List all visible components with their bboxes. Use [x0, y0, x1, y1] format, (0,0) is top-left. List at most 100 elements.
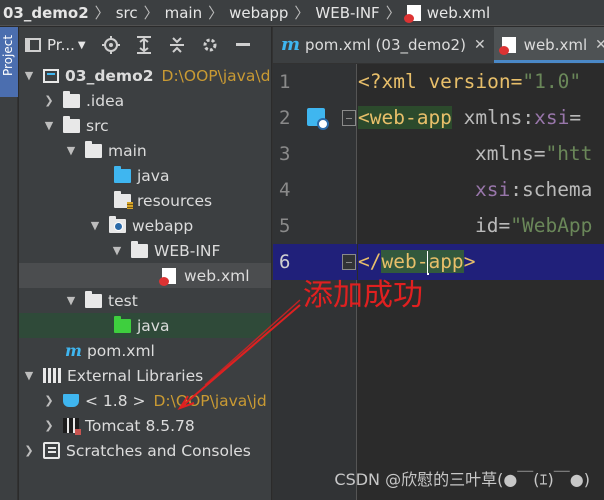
- tree-item-label: WEB-INF: [154, 241, 221, 260]
- tree-item-label: main: [108, 141, 147, 160]
- dropdown-arrow-icon: ▼: [77, 39, 86, 51]
- chevron-right-icon[interactable]: ❯: [43, 394, 55, 407]
- code-line-4: xsi:schema: [358, 172, 604, 208]
- maven-file-icon: m: [281, 34, 301, 55]
- chevron-down-icon[interactable]: ▼: [23, 69, 35, 82]
- folder-icon: [63, 115, 80, 133]
- breadcrumb-separator: 〉: [94, 4, 110, 22]
- fold-marker-icon[interactable]: [342, 254, 356, 270]
- breadcrumb-item-web-xml[interactable]: web.xml: [427, 4, 490, 22]
- tree-item-label: Tomcat 8.5.78: [85, 416, 195, 435]
- tree-item-webapp[interactable]: ▼ webapp: [19, 213, 271, 238]
- project-view-icon: [25, 38, 41, 52]
- breadcrumb-item-webapp[interactable]: webapp: [229, 4, 288, 22]
- code-line-3: xmlns="htt: [358, 136, 604, 172]
- resources-folder-icon: [114, 190, 133, 209]
- tab-pom-xml[interactable]: m pom.xml (03_demo2) ✕: [273, 27, 494, 63]
- web-descriptor-gutter-icon[interactable]: [307, 108, 329, 130]
- tree-item-scratches[interactable]: ❯ Scratches and Consoles: [19, 438, 271, 463]
- attribute-value: "WebApp: [510, 214, 593, 237]
- folder-icon: [85, 140, 102, 158]
- xml-version-value: "1.0": [522, 70, 582, 93]
- chevron-down-icon[interactable]: ▼: [43, 119, 55, 132]
- tree-item-path: D:\OOP\java\d: [161, 66, 271, 85]
- hide-icon[interactable]: [232, 34, 254, 56]
- line-number: 5: [279, 215, 291, 237]
- tree-item-project-root[interactable]: ▼ 03_demo2 D:\OOP\java\d: [19, 63, 271, 88]
- tool-window-stripe: Project: [0, 27, 18, 500]
- collapse-all-icon[interactable]: [166, 34, 188, 56]
- chevron-down-icon[interactable]: ▼: [89, 219, 101, 232]
- source-folder-icon: [114, 165, 131, 183]
- breadcrumb-item-src[interactable]: src: [116, 4, 138, 22]
- tree-item-label: .idea: [86, 91, 125, 110]
- tree-item-label: 03_demo2: [65, 66, 154, 85]
- chevron-down-icon[interactable]: ▼: [65, 144, 77, 157]
- breadcrumb-item-main[interactable]: main: [165, 4, 202, 22]
- project-view-label: Pr...: [47, 36, 75, 54]
- chevron-down-icon[interactable]: ▼: [111, 244, 123, 257]
- xml-file-icon: [498, 36, 516, 55]
- line-number: 3: [279, 143, 291, 165]
- xml-declaration: <?xml version=: [358, 70, 523, 93]
- close-tag-end: >: [463, 250, 476, 273]
- attribute-name: xmlns=: [475, 142, 546, 165]
- tree-item-path: D:\OOP\java\jd: [153, 391, 267, 410]
- test-folder-icon: [114, 315, 131, 333]
- tree-item-test[interactable]: ▼ test: [19, 288, 271, 313]
- tab-label: web.xml: [523, 35, 588, 54]
- close-icon[interactable]: ✕: [595, 37, 604, 53]
- tree-item-main[interactable]: ▼ main: [19, 138, 271, 163]
- project-tool-tab[interactable]: Project: [0, 27, 18, 97]
- fold-marker-icon[interactable]: [342, 110, 356, 126]
- locate-icon[interactable]: [100, 34, 122, 56]
- jdk-icon: [63, 394, 79, 407]
- tab-label: pom.xml (03_demo2): [305, 35, 466, 54]
- chevron-right-icon[interactable]: ❯: [23, 444, 35, 457]
- chevron-down-icon[interactable]: ▼: [23, 369, 35, 382]
- namespace-prefix: xsi: [534, 106, 570, 129]
- code-line-1: <?xml version="1.0": [358, 64, 604, 100]
- breadcrumb-item-project[interactable]: 03_demo2: [3, 4, 89, 22]
- tree-item-label: pom.xml: [86, 341, 155, 360]
- tree-item-test-java[interactable]: java: [19, 313, 271, 338]
- close-icon[interactable]: ✕: [474, 37, 486, 53]
- tree-item-pom-xml[interactable]: m pom.xml: [19, 338, 271, 363]
- editor-area: m pom.xml (03_demo2) ✕ web.xml ✕ 1 2 3 4…: [272, 27, 604, 500]
- breadcrumb-separator: 〉: [385, 4, 401, 22]
- tree-item-idea[interactable]: ❯ .idea: [19, 88, 271, 113]
- watermark: CSDN @欣慰的三叶草(●￣(ｴ)￣●): [334, 470, 590, 489]
- tree-item-label: External Libraries: [67, 366, 204, 385]
- tomcat-library-icon: [63, 418, 81, 435]
- gear-icon[interactable]: [199, 34, 221, 56]
- breadcrumb-item-web-inf[interactable]: WEB-INF: [315, 4, 379, 22]
- xml-file-icon: [159, 267, 176, 286]
- tree-item-resources[interactable]: resources: [19, 188, 271, 213]
- tree-item-java[interactable]: java: [19, 163, 271, 188]
- breadcrumb-separator: 〉: [143, 4, 159, 22]
- open-tag: <web-app: [358, 106, 452, 129]
- chevron-right-icon[interactable]: ❯: [43, 419, 55, 432]
- project-view-selector[interactable]: Pr... ▼: [25, 36, 86, 54]
- tree-item-label: src: [86, 116, 109, 135]
- tab-web-xml[interactable]: web.xml ✕: [493, 27, 604, 63]
- attribute-value: "htt: [545, 142, 593, 165]
- tree-item-label: test: [108, 291, 138, 310]
- attribute-name: id=: [475, 214, 511, 237]
- chevron-right-icon[interactable]: ❯: [43, 94, 55, 107]
- tree-item-src[interactable]: ▼ src: [19, 113, 271, 138]
- chevron-down-icon[interactable]: ▼: [65, 294, 77, 307]
- code-line-2: <web-app xmlns:xsi=: [358, 100, 604, 136]
- line-number: 1: [279, 71, 291, 93]
- tree-item-web-xml[interactable]: web.xml: [19, 263, 271, 288]
- tree-item-external-libraries[interactable]: ▼ External Libraries: [19, 363, 271, 388]
- scratches-icon: [43, 442, 60, 459]
- tree-item-jdk[interactable]: ❯ < 1.8 > D:\OOP\java\jd: [19, 388, 271, 413]
- tree-item-tomcat[interactable]: ❯ Tomcat 8.5.78: [19, 413, 271, 438]
- maven-file-icon: m: [65, 341, 82, 360]
- attribute-name: :schema: [510, 178, 593, 201]
- tree-item-web-inf[interactable]: ▼ WEB-INF: [19, 238, 271, 263]
- expand-all-icon[interactable]: [133, 34, 155, 56]
- namespace-prefix: xsi: [475, 178, 511, 201]
- tree-item-label: java: [137, 166, 170, 185]
